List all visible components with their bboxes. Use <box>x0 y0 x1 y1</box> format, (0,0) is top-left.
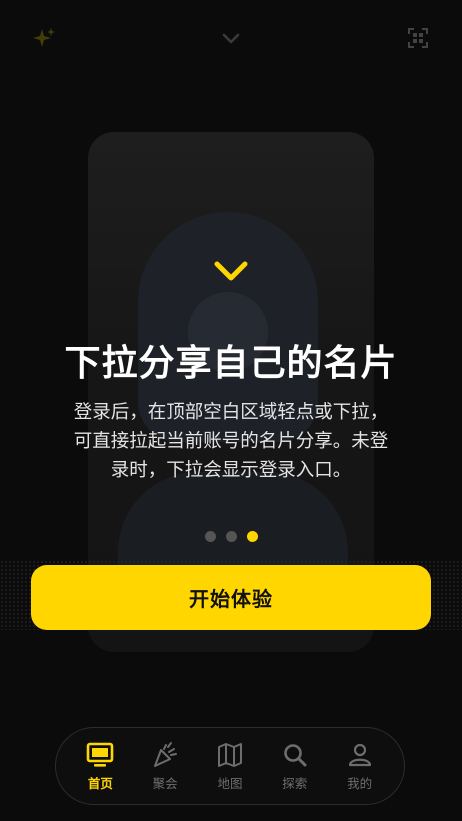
sparkle-icon[interactable] <box>32 26 56 50</box>
start-button[interactable]: 开始体验 <box>31 565 431 630</box>
search-icon <box>283 743 307 766</box>
person-icon <box>348 743 371 766</box>
scan-icon[interactable] <box>406 26 430 50</box>
description-line: 可直接拉起当前账号的名片分享。未登 <box>73 431 389 452</box>
page-dot-active[interactable] <box>246 531 258 542</box>
tab-explore[interactable]: 探索 <box>267 741 323 792</box>
onboarding-title: 下拉分享自己的名片 <box>64 343 398 384</box>
chevron-down-icon <box>214 261 248 281</box>
tab-party[interactable]: 聚会 <box>137 741 193 792</box>
description-line: 登录后，在顶部空白区域轻点或下拉， <box>73 402 389 423</box>
description-line: 录时，下拉会显示登录入口。 <box>110 460 352 481</box>
party-popper-icon <box>154 741 178 767</box>
tab-label: 我的 <box>347 775 373 791</box>
chevron-down-icon[interactable] <box>219 26 243 50</box>
tab-label: 探索 <box>282 775 308 791</box>
tv-icon <box>87 742 114 767</box>
tab-me[interactable]: 我的 <box>332 741 388 792</box>
tab-map[interactable]: 地图 <box>202 741 258 792</box>
map-icon <box>217 742 242 767</box>
tab-label: 聚会 <box>152 775 178 791</box>
tab-label: 首页 <box>87 775 113 791</box>
tab-label: 地图 <box>217 775 243 791</box>
page-dot[interactable] <box>225 531 237 542</box>
bottom-tab-bar: 首页 聚会 地图 探索 我的 <box>55 727 405 805</box>
onboarding-description: 登录后，在顶部空白区域轻点或下拉， 可直接拉起当前账号的名片分享。未登 录时，下… <box>56 398 406 485</box>
page-dot[interactable] <box>204 531 216 542</box>
tab-home[interactable]: 首页 <box>72 741 128 792</box>
top-bar <box>0 0 462 76</box>
page-indicator <box>0 531 462 542</box>
